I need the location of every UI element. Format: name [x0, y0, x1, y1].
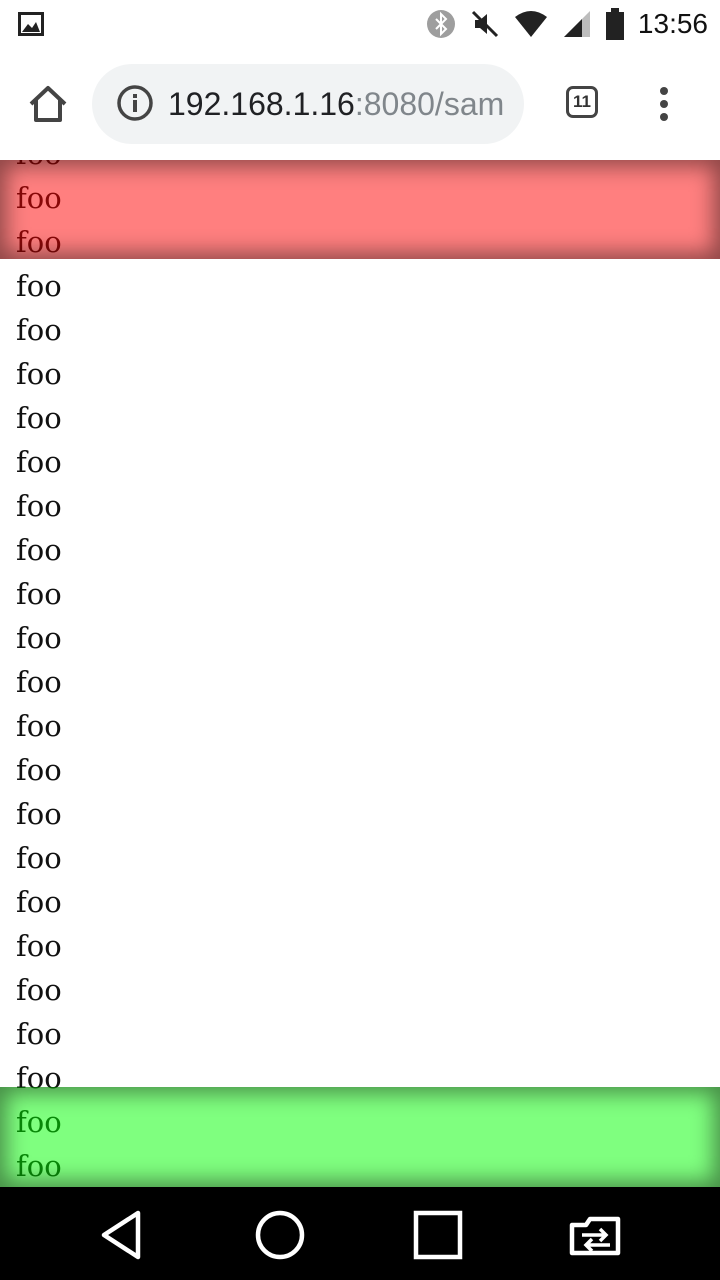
url-text[interactable]: 192.168.1.16:8080/sam [168, 84, 504, 124]
home-icon[interactable] [26, 82, 70, 126]
address-bar[interactable]: 192.168.1.16:8080/sam [92, 64, 524, 144]
status-bar: 13:56 [0, 0, 720, 48]
image-notification-icon [18, 12, 44, 36]
list-item: foo [16, 1105, 62, 1139]
list-item: foo [16, 489, 62, 523]
wifi-icon [514, 11, 547, 37]
list-item: foo [16, 445, 62, 479]
list-item: foo [16, 841, 62, 875]
list-item: foo [16, 621, 62, 655]
recents-icon[interactable] [408, 1205, 468, 1265]
list-item: foo [16, 181, 62, 215]
list-item: foo [16, 357, 62, 391]
list-item: foo [16, 753, 62, 787]
list-item: foo [16, 709, 62, 743]
back-icon[interactable] [94, 1205, 154, 1265]
foo-list: foo foo foo foo foo foo foo foo foo foo foo foo foo f… [16, 160, 62, 1187]
rotate-switch-icon[interactable] [566, 1205, 626, 1265]
info-icon[interactable] [116, 84, 154, 122]
bluetooth-icon [426, 10, 455, 38]
navigation-bar [0, 1187, 720, 1280]
mute-icon [471, 10, 498, 38]
overflow-menu-icon[interactable] [654, 86, 674, 126]
list-item: foo [16, 533, 62, 567]
tab-count: 11 [573, 92, 591, 111]
top-red-overlay [0, 160, 720, 259]
home-circle-icon[interactable] [250, 1205, 310, 1265]
tab-switcher-icon[interactable]: 11 [566, 86, 598, 118]
list-item: foo [16, 577, 62, 611]
list-item: foo [16, 929, 62, 963]
list-item: foo [16, 269, 62, 303]
list-item: foo [16, 225, 62, 259]
list-item: foo [16, 401, 62, 435]
page-content[interactable]: foo foo foo foo foo foo foo foo foo foo foo foo foo f… [0, 160, 720, 1187]
browser-toolbar: 192.168.1.16:8080/sam 11 [0, 48, 720, 160]
list-item: foo [16, 1061, 62, 1095]
list-item: foo [16, 885, 62, 919]
status-time: 13:56 [637, 8, 708, 39]
list-item: foo [16, 1017, 62, 1051]
list-item: foo [16, 313, 62, 347]
battery-icon [605, 8, 624, 40]
list-item: foo [16, 665, 62, 699]
signal-icon [563, 11, 590, 37]
bottom-green-overlay [0, 1087, 720, 1187]
list-item: foo [16, 973, 62, 1007]
list-item: foo [16, 797, 62, 831]
url-host: 192.168.1.16 [168, 86, 355, 122]
list-item: foo [16, 160, 62, 176]
url-path: :8080/sam [354, 86, 505, 122]
list-item: foo [16, 1149, 62, 1183]
